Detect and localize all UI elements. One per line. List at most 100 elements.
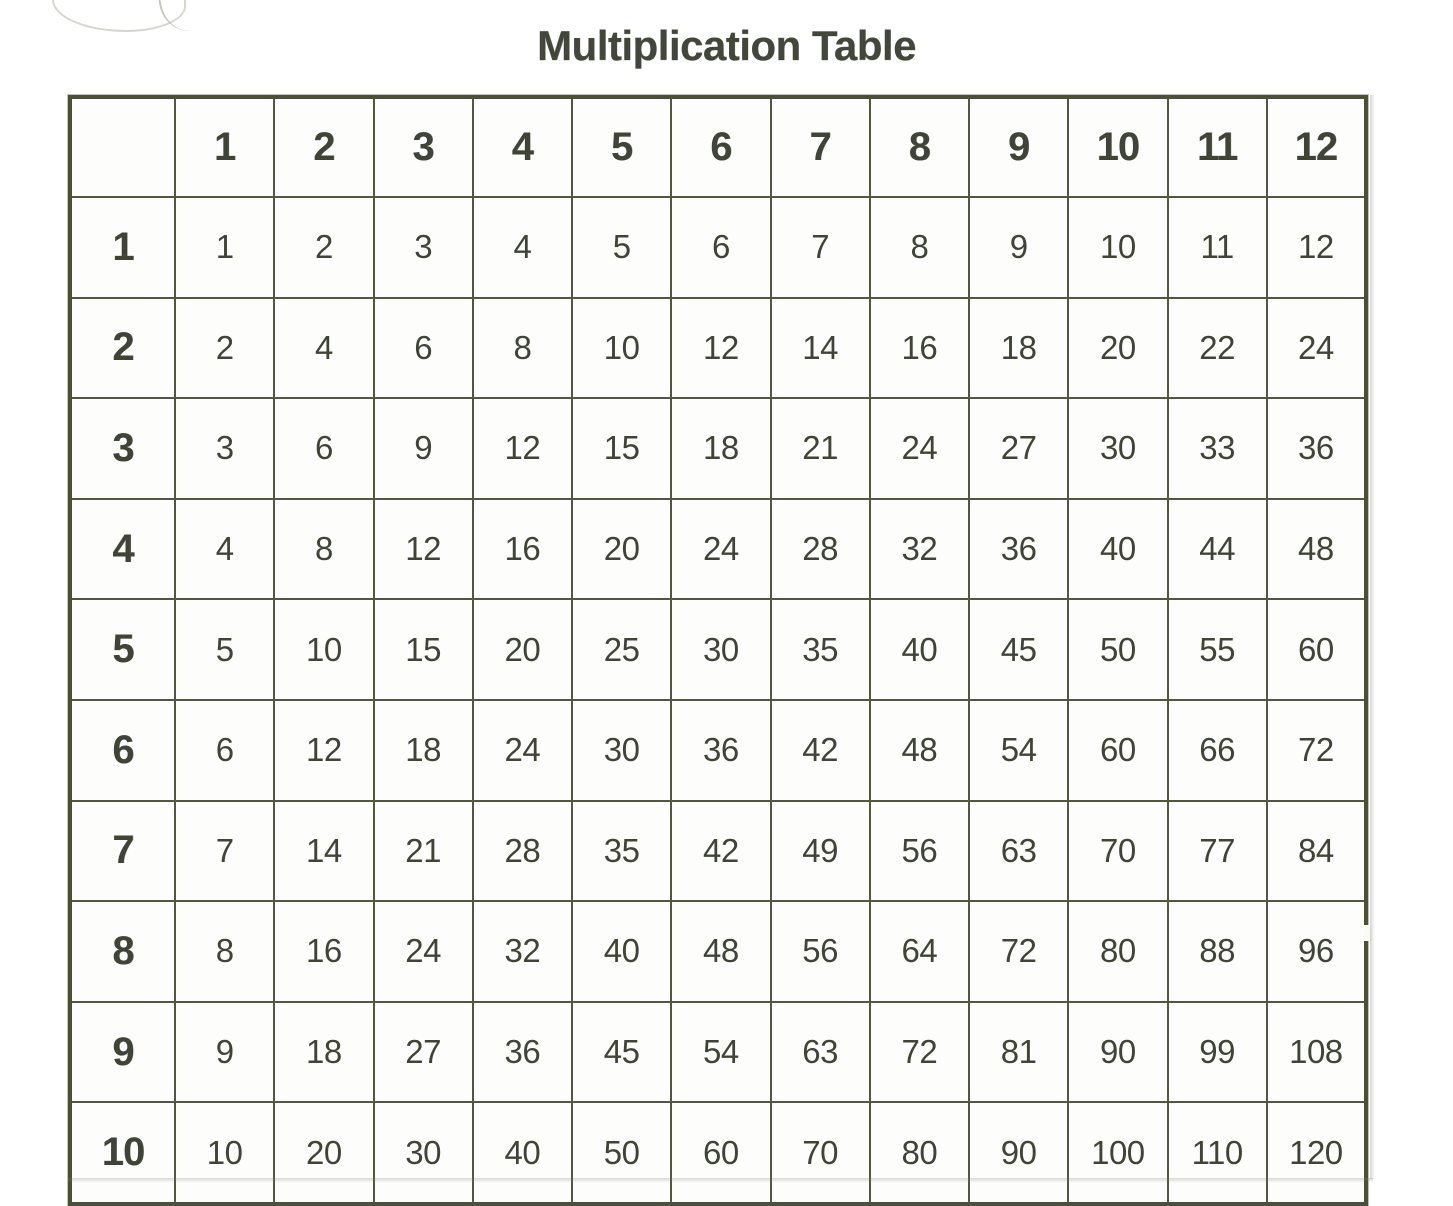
cell-1x7: 7 [769,196,871,299]
header-row: 1 2 3 4 5 6 7 8 9 10 11 12 [69,96,1368,198]
cell-4x7: 28 [769,497,871,601]
cell-9x2: 18 [273,1000,375,1104]
row-header-1: 1 [69,196,176,299]
cell-6x2: 12 [273,698,375,802]
cell-3x8: 24 [868,397,971,500]
cell-7x1: 7 [173,799,276,903]
cell-6x12: 72 [1265,698,1368,802]
cell-2x4: 8 [471,296,574,400]
cell-9x9: 81 [967,1000,1070,1104]
column-header-5: 5 [570,96,673,198]
cell-1x11: 11 [1166,196,1268,299]
cell-2x11: 22 [1166,296,1268,400]
scan-right-shadow [1370,95,1375,1179]
cell-3x9: 27 [967,397,1070,500]
cell-4x5: 20 [570,497,673,601]
cell-9x8: 72 [868,1000,971,1104]
table-row: 7 7 14 21 28 35 42 49 56 63 70 77 84 [69,799,1368,903]
column-header-12: 12 [1265,96,1368,198]
cell-6x11: 66 [1166,698,1268,802]
cell-7x10: 70 [1067,799,1169,903]
cell-8x12: 96 [1265,900,1368,1003]
cell-2x10: 20 [1067,296,1169,400]
cell-4x1: 4 [173,497,276,601]
row-header-4: 4 [69,497,176,601]
row-header-2: 2 [69,296,176,400]
cell-1x6: 6 [670,196,772,299]
cell-4x6: 24 [670,497,772,601]
cell-4x9: 36 [967,497,1070,601]
table-body: 1 1 2 3 4 5 6 7 8 9 10 11 12 2 2 4 6 8 10 12 14 16 18 20 22 24 3 3 6… [69,196,1368,1205]
multiplication-table: 1 2 3 4 5 6 7 8 9 10 11 12 1 1 2 3 4 5 6 7 8 9 10 11 12 2 2 4 6 8 10 1… [67,94,1369,1206]
cell-7x7: 49 [769,799,871,903]
cell-3x3: 9 [372,397,474,500]
cell-2x12: 24 [1265,296,1368,400]
cell-9x7: 63 [769,1000,871,1104]
cell-6x9: 54 [967,698,1070,802]
table-row: 8 8 16 24 32 40 48 56 64 72 80 88 96 [69,900,1368,1003]
cell-5x6: 30 [670,598,772,701]
table-row: 1 1 2 3 4 5 6 7 8 9 10 11 12 [69,196,1368,299]
cell-4x10: 40 [1067,497,1169,601]
page-title: Multiplication Table [537,22,916,69]
cell-4x4: 16 [471,497,574,601]
cell-2x8: 16 [868,296,971,400]
cell-5x11: 55 [1166,598,1268,701]
cell-9x12: 108 [1265,1000,1368,1104]
cell-6x4: 24 [471,698,574,802]
cell-8x4: 32 [471,900,574,1003]
cell-5x4: 20 [471,598,574,701]
row-header-6: 6 [69,698,176,802]
column-header-11: 11 [1166,96,1268,198]
column-header-4: 4 [471,96,574,198]
cell-9x11: 99 [1166,1000,1268,1104]
cell-9x6: 54 [670,1000,772,1104]
table-row: 2 2 4 6 8 10 12 14 16 18 20 22 24 [69,296,1368,400]
row-header-5: 5 [69,598,176,701]
cell-2x7: 14 [769,296,871,400]
cell-7x6: 42 [670,799,772,903]
table-row: 6 6 12 18 24 30 36 42 48 54 60 66 72 [69,698,1368,802]
cell-5x8: 40 [868,598,971,701]
cell-3x6: 18 [670,397,772,500]
cell-2x1: 2 [173,296,276,400]
cell-6x10: 60 [1067,698,1169,802]
cell-6x5: 30 [570,698,673,802]
column-header-1: 1 [173,96,276,198]
cell-8x11: 88 [1166,900,1268,1003]
cell-5x1: 5 [173,598,276,701]
cell-7x12: 84 [1265,799,1368,903]
cell-2x6: 12 [670,296,772,400]
cell-7x11: 77 [1166,799,1268,903]
cell-6x1: 6 [173,698,276,802]
cell-2x9: 18 [967,296,1070,400]
table-header: 1 2 3 4 5 6 7 8 9 10 11 12 [69,96,1368,198]
column-header-9: 9 [967,96,1070,198]
cell-9x5: 45 [570,1000,673,1104]
cell-5x3: 15 [372,598,474,701]
row-header-3: 3 [69,397,176,500]
cell-4x2: 8 [273,497,375,601]
cell-5x7: 35 [769,598,871,701]
cell-3x12: 36 [1265,397,1368,500]
table-row: 4 4 8 12 16 20 24 28 32 36 40 44 48 [69,497,1368,601]
cell-8x10: 80 [1067,900,1169,1003]
cell-1x12: 12 [1265,196,1368,299]
cell-8x7: 56 [769,900,871,1003]
cell-3x4: 12 [471,397,574,500]
column-header-6: 6 [670,96,772,198]
row-header-9: 9 [69,1000,176,1104]
cell-9x1: 9 [173,1000,276,1104]
column-header-10: 10 [1067,96,1169,198]
cell-4x8: 32 [868,497,971,601]
cell-3x5: 15 [570,397,673,500]
cell-7x8: 56 [868,799,971,903]
cell-5x2: 10 [273,598,375,701]
cell-7x5: 35 [570,799,673,903]
table-row: 5 5 10 15 20 25 30 35 40 45 50 55 60 [69,598,1368,701]
cell-3x10: 30 [1067,397,1169,500]
cell-1x10: 10 [1067,196,1169,299]
cell-5x12: 60 [1265,598,1368,701]
cell-4x11: 44 [1166,497,1268,601]
cell-8x5: 40 [570,900,673,1003]
